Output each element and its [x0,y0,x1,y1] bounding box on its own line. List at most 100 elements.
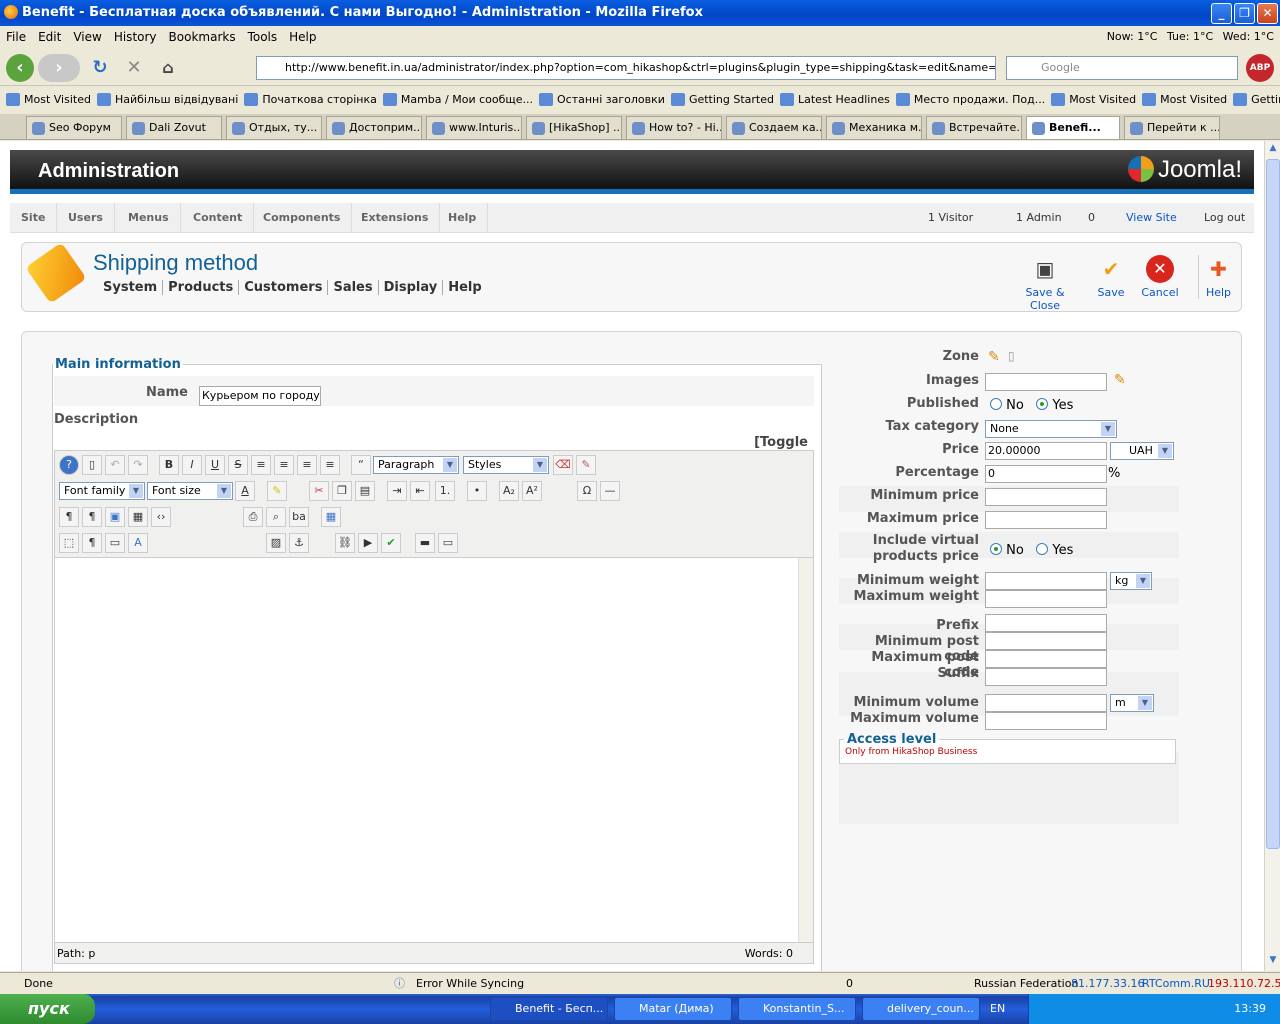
align-left-icon[interactable]: ≡ [297,455,317,475]
show-blocks-icon[interactable]: ¶ [82,533,102,553]
scroll-down-icon[interactable]: ▼ [1267,955,1279,967]
currency-select[interactable]: UAH [1110,442,1174,460]
images-input[interactable] [985,373,1107,391]
admin-menu-components[interactable]: Components [252,203,353,233]
browser-tab[interactable]: Dali Zovut [126,116,222,139]
menu-tools[interactable]: Tools [242,26,284,48]
submenu-system[interactable]: System [98,280,164,295]
view-site-link[interactable]: View Site [1126,203,1177,233]
submenu-display[interactable]: Display [378,280,444,295]
readmore-icon[interactable]: ▭ [438,533,458,553]
logout-link[interactable]: Log out [1204,203,1245,233]
adblock-icon[interactable]: ABP [1246,54,1274,82]
new-document-icon[interactable]: ▯ [82,455,102,475]
code-icon[interactable]: ‹› [151,507,171,527]
save-button[interactable]: ✔ Save [1092,255,1130,299]
browser-tab[interactable]: www.Inturis... [426,116,522,139]
admin-menu-menus[interactable]: Menus [117,203,181,233]
highlight-color-icon[interactable]: ✎ [267,481,287,501]
minimum-weight-input[interactable] [985,572,1107,590]
submenu-sales[interactable]: Sales [328,280,379,295]
indent-icon[interactable]: ⇥ [387,481,407,501]
minimum-post-code-input[interactable] [985,632,1107,650]
eraser-icon[interactable]: ⌫ [553,455,573,475]
help-button[interactable]: ✚ Help [1198,255,1238,299]
editor-content-area[interactable] [55,557,813,943]
undo-icon[interactable]: ↶ [105,455,125,475]
reload-icon[interactable]: ↻ [86,54,114,82]
help-icon[interactable]: ? [59,455,79,475]
browser-tab[interactable]: Встречайте... [926,116,1022,139]
maximum-weight-input[interactable] [985,590,1107,608]
zone-edit-icon[interactable]: ✎ [988,349,1000,365]
browser-tab[interactable]: How to? - Hi... [626,116,722,139]
link-icon[interactable]: ⛓ [335,533,355,553]
forward-button[interactable]: › [38,54,80,82]
price-input[interactable]: 20.00000 [985,442,1107,460]
admin-menu-site[interactable]: Site [10,203,58,233]
minimum-volume-input[interactable] [985,694,1107,712]
info-icon[interactable]: ⓘ [394,973,405,994]
maximum-volume-input[interactable] [985,712,1107,730]
published-no-radio[interactable] [990,398,1002,410]
search-input[interactable]: Google [1006,56,1238,80]
include-virtual-no-radio[interactable] [990,543,1002,555]
format-select[interactable]: Paragraph [373,456,459,474]
start-button[interactable]: пуск [0,994,95,1024]
submenu-customers[interactable]: Customers [239,280,329,295]
bookmark-item[interactable]: Останні заголовки [539,88,665,112]
anchor-icon[interactable]: ⚓ [289,533,309,553]
browser-tab[interactable]: Seo Форум [26,116,122,139]
scroll-up-icon[interactable]: ▲ [1267,143,1279,155]
menu-file[interactable]: File [0,26,32,48]
bullet-list-icon[interactable]: • [467,481,487,501]
bookmark-item[interactable]: Getting Started [670,88,774,112]
taskbar-item[interactable]: delivery_coun... [862,997,980,1021]
browser-tab[interactable]: [HikaShop] ... [526,116,622,139]
insert-layer-icon[interactable]: ▭ [105,533,125,553]
published-yes-radio[interactable] [1036,398,1049,410]
url-bar[interactable]: http://www.benefit.in.ua/administrator/i… [256,56,996,80]
bold-icon[interactable]: B [159,455,179,475]
subscript-icon[interactable]: A₂ [499,481,519,501]
zone-delete-icon[interactable]: ▯ [1008,349,1015,363]
minimum-price-input[interactable] [985,488,1107,506]
superscript-icon[interactable]: A² [522,481,542,501]
image-add-icon[interactable]: ✎ [1114,372,1126,388]
italic-icon[interactable]: I [182,455,202,475]
cancel-button[interactable]: ✕ Cancel [1140,255,1180,299]
percentage-input[interactable]: 0 [985,465,1107,483]
outdent-icon[interactable]: ⇤ [410,481,430,501]
home-icon[interactable]: ⌂ [154,54,182,82]
paste-icon[interactable]: ▤ [355,481,375,501]
ltr-icon[interactable]: ¶ [59,507,79,527]
align-center-icon[interactable]: ≡ [274,455,294,475]
include-virtual-yes-radio[interactable] [1036,543,1049,555]
taskbar-item[interactable]: Konstantin_S... [738,997,856,1021]
minimize-button[interactable]: _ [1211,3,1232,24]
fullscreen-icon[interactable]: ▣ [105,507,125,527]
pagebreak-icon[interactable]: ▬ [415,533,435,553]
admin-menu-users[interactable]: Users [57,203,115,233]
table-icon[interactable]: ▦ [321,507,341,527]
print-icon[interactable]: ⎙ [243,507,263,527]
back-button[interactable]: ‹ [6,54,34,82]
menu-history[interactable]: History [108,26,163,48]
admin-menu-content[interactable]: Content [182,203,255,233]
strikethrough-icon[interactable]: S [228,455,248,475]
bookmark-item[interactable]: Getting Started [1233,88,1280,112]
bookmark-item[interactable]: Найбільш відвідувані [96,88,238,112]
editor-scrollbar[interactable] [798,558,813,942]
blockquote-icon[interactable]: “ [351,455,371,475]
browser-tab-active[interactable]: Benefi... [1026,116,1120,139]
menu-view[interactable]: View [67,26,107,48]
language-indicator[interactable]: EN [990,994,1005,1024]
menu-bookmarks[interactable]: Bookmarks [163,26,242,48]
menu-help[interactable]: Help [283,26,322,48]
taskbar-item[interactable]: Benefit - Бесп... [490,997,608,1021]
maximize-button[interactable]: ❐ [1234,3,1255,24]
align-right-icon[interactable]: ≡ [320,455,340,475]
submenu-products[interactable]: Products [163,280,240,295]
save-close-button[interactable]: ▣ Save & Close [1010,255,1080,312]
page-scrollbar[interactable]: ▲ ▼ [1264,141,1280,971]
